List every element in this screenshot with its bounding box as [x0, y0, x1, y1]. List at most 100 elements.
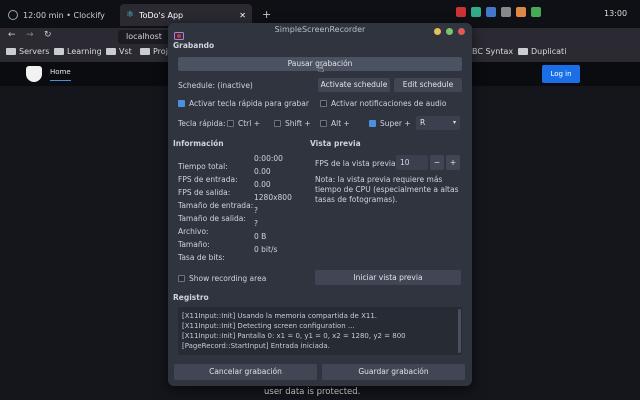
folder-icon [6, 48, 16, 55]
mouse-cursor-icon: ☝ [318, 64, 325, 75]
tray-icons [456, 7, 596, 19]
minus-icon: − [433, 158, 441, 167]
info-value: 1280x800 [254, 193, 292, 202]
info-row: Tamaño de entrada: 1280x800 [178, 193, 308, 210]
folder-icon [518, 48, 528, 55]
save-recording-button[interactable]: Guardar grabación [322, 364, 465, 380]
preview-note-line: Nota: la vista previa requiere más [315, 175, 443, 184]
bookmark-label: Learning [67, 47, 102, 56]
log-textarea[interactable]: [X11Input::Init] Usando la memoria compa… [178, 307, 462, 355]
notifications-checkbox-label: Activar notificaciones de audio [331, 99, 447, 108]
tab-todo-label: ToDo's App [139, 10, 184, 20]
info-value: ? [254, 219, 258, 228]
extension-icon[interactable] [471, 7, 481, 17]
info-row: Tiempo total: 0:00:00 [178, 154, 308, 171]
bookmark-servers[interactable]: Servers [6, 47, 49, 56]
log-heading: Registro [173, 293, 209, 302]
close-button[interactable] [458, 28, 465, 35]
cancel-recording-button[interactable]: Cancelar grabación [174, 364, 317, 380]
forward-icon[interactable]: → [26, 30, 34, 40]
extension-icon[interactable] [456, 7, 466, 17]
minimize-button[interactable] [434, 28, 441, 35]
shift-checkbox[interactable] [274, 120, 281, 127]
bookmark-vst[interactable]: Vst [106, 47, 132, 56]
info-row: FPS de entrada: 0.00 [178, 167, 308, 184]
back-icon[interactable]: ← [8, 30, 16, 40]
new-tab-button[interactable]: + [262, 8, 271, 21]
super-checkbox[interactable] [369, 120, 376, 127]
extension-icon[interactable] [516, 7, 526, 17]
log-line: [X11Input::Init] Usando la memoria compa… [182, 312, 378, 320]
info-heading: Información [173, 139, 224, 148]
edit-schedule-button[interactable]: Edit schedule [394, 78, 462, 92]
notifications-checkbox[interactable] [320, 100, 327, 107]
info-value: 0 B [254, 232, 267, 241]
close-tab-icon[interactable]: ✕ [239, 11, 246, 20]
preview-note-line: tasas de fotogramas). [315, 195, 398, 204]
log-lines: [X11Input::Init] Usando la memoria compa… [182, 311, 406, 351]
info-value: 0 bit/s [254, 245, 278, 254]
bookmark-duplicati[interactable]: Duplicati [518, 47, 566, 56]
info-label: Tasa de bits: [178, 253, 225, 262]
dialog-title: SimpleScreenRecorder [274, 25, 366, 34]
key-select[interactable]: R ▾ [416, 116, 460, 130]
log-line: [X11Input::Init] Pantalla 0: x1 = 0, y1 … [182, 332, 406, 340]
folder-icon [140, 48, 150, 55]
info-row: Archivo:? [178, 219, 308, 236]
bookmark-label: Duplicati [531, 47, 567, 56]
log-line: [X11Input::Init] Detecting screen config… [182, 322, 355, 330]
info-value: 0:00:00 [254, 154, 283, 163]
fps-increase-button[interactable]: + [446, 155, 460, 170]
site-logo[interactable] [26, 66, 42, 82]
chevron-down-icon: ▾ [452, 119, 456, 126]
maximize-button[interactable] [446, 28, 453, 35]
react-icon: ⚛ [126, 10, 135, 20]
extension-icon[interactable] [486, 7, 496, 17]
system-clock: 13:00 [604, 9, 628, 18]
reload-icon[interactable]: ↻ [44, 30, 52, 40]
hotkey-label: Tecla rápida: [178, 119, 226, 128]
schedule-label: Schedule: (inactive) [178, 81, 253, 90]
login-button[interactable]: Log in [542, 65, 580, 83]
bookmark-learning[interactable]: Learning [54, 47, 102, 56]
preview-note: Nota: la vista previa requiere más tiemp… [315, 175, 463, 205]
folder-icon [54, 48, 64, 55]
preview-fps-input[interactable]: 10 [396, 155, 428, 170]
bookmark-label: Proj [153, 47, 168, 56]
bookmark-label: BC Syntax [472, 47, 514, 56]
preview-fps-label: FPS de la vista previa: [315, 159, 399, 168]
info-row: Tasa de bits: 0 bit/s [178, 245, 308, 262]
info-value: ? [254, 206, 258, 215]
extension-icon[interactable] [531, 7, 541, 17]
info-row: Tamaño de salida:? [178, 206, 308, 223]
fps-decrease-button[interactable]: − [430, 155, 444, 170]
show-area-checkbox[interactable] [178, 275, 185, 282]
ssr-dialog: SimpleScreenRecorder Grabando Pausar gra… [168, 23, 472, 386]
tab-clockify[interactable]: 12:00 min • Clockify [2, 4, 118, 26]
hotkey-checkbox[interactable] [178, 100, 185, 107]
folder-icon [106, 48, 116, 55]
alt-checkbox[interactable] [320, 120, 327, 127]
clock-icon [8, 10, 18, 20]
ctrl-checkbox[interactable] [227, 120, 234, 127]
log-scrollbar[interactable] [458, 309, 461, 353]
info-row: Tamaño: 0 B [178, 232, 308, 249]
ctrl-label: Ctrl + [238, 119, 261, 128]
key-select-value: R [420, 118, 426, 127]
extension-icon[interactable] [501, 7, 511, 17]
start-preview-button[interactable]: Iniciar vista previa [315, 270, 461, 285]
preview-heading: Vista previa [310, 139, 361, 148]
preview-note-line: tiempo de CPU (especialmente a altas [315, 185, 459, 194]
footer-text: user data is protected. [264, 387, 361, 397]
hotkey-checkbox-label: Activar tecla rápida para grabar [189, 99, 309, 108]
info-row: FPS de salida: 0.00 [178, 180, 308, 197]
recording-heading: Grabando [173, 41, 215, 50]
bookmark-proj[interactable]: Proj [140, 47, 168, 56]
tab-clockify-label: 12:00 min • Clockify [23, 10, 105, 20]
bookmark-label: Servers [19, 47, 50, 56]
plus-icon: + [449, 158, 457, 167]
nav-home-link[interactable]: Home [50, 68, 71, 81]
bookmark-bc-syntax[interactable]: BC Syntax [472, 47, 513, 56]
activate-schedule-button[interactable]: Activate schedule [318, 78, 390, 92]
bookmark-label: Vst [119, 47, 132, 56]
